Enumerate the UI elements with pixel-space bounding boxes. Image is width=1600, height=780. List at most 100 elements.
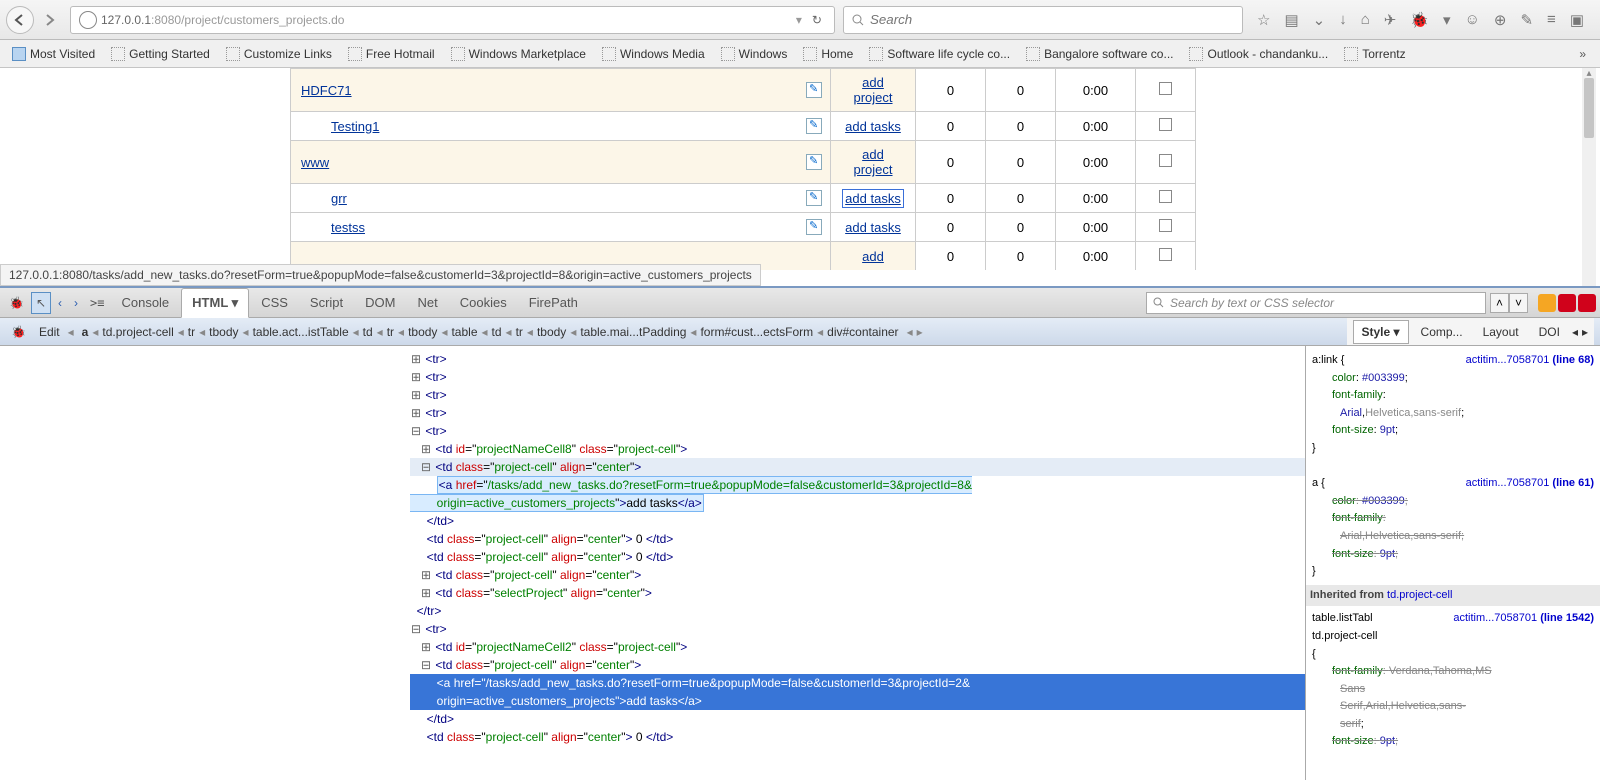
- row-checkbox[interactable]: [1159, 118, 1172, 131]
- tab-script[interactable]: Script: [300, 289, 353, 316]
- reader-icon[interactable]: ▾: [790, 13, 808, 27]
- subtab-dom[interactable]: DOI: [1531, 321, 1568, 343]
- minimize-button[interactable]: [1538, 294, 1556, 312]
- tab-css[interactable]: CSS: [251, 289, 298, 316]
- close-button[interactable]: [1578, 294, 1596, 312]
- action-link[interactable]: add tasks: [842, 189, 904, 208]
- row-checkbox[interactable]: [1159, 248, 1172, 261]
- add-link[interactable]: add: [862, 249, 884, 264]
- breadcrumb-item[interactable]: table.act...istTable: [249, 323, 353, 341]
- breadcrumb-item[interactable]: tr: [383, 323, 398, 341]
- edit-icon[interactable]: [806, 190, 822, 206]
- breadcrumb-item[interactable]: table.mai...tPadding: [576, 323, 690, 341]
- source-link[interactable]: actitim...7058701 (line 61): [1466, 475, 1594, 493]
- prev-icon[interactable]: ‹: [53, 294, 67, 312]
- row-checkbox[interactable]: [1159, 82, 1172, 95]
- breadcrumb-item[interactable]: tr: [512, 323, 527, 341]
- action-link[interactable]: add tasks: [845, 220, 901, 235]
- tab-html[interactable]: HTML ▾: [181, 288, 249, 318]
- pocket-icon[interactable]: ⌄: [1313, 11, 1326, 29]
- bookmark-home[interactable]: Home: [797, 45, 859, 63]
- crumb-overflow-left[interactable]: ◂: [907, 325, 913, 339]
- firebug-icon[interactable]: 🐞: [4, 294, 29, 312]
- page-scrollbar[interactable]: ▴: [1582, 68, 1596, 286]
- breadcrumb-item[interactable]: tbody: [205, 323, 242, 341]
- download-icon[interactable]: ↓: [1339, 11, 1347, 28]
- firebug-small-icon[interactable]: 🐞: [6, 323, 31, 341]
- styles-panel[interactable]: a:link {actitim...7058701 (line 68) colo…: [1305, 346, 1600, 780]
- source-link[interactable]: actitim...7058701 (line 68): [1466, 352, 1594, 370]
- sync-icon[interactable]: ⊕: [1494, 11, 1507, 29]
- bookmark-most-visited[interactable]: Most Visited: [6, 45, 101, 63]
- dropdown-icon[interactable]: ▾: [1443, 11, 1451, 29]
- bookmark-bangalore-software[interactable]: Bangalore software co...: [1020, 45, 1179, 63]
- breadcrumb-item[interactable]: a: [78, 323, 93, 341]
- bookmark-software-lifecycle[interactable]: Software life cycle co...: [863, 45, 1016, 63]
- source-link[interactable]: actitim...7058701 (line 1542): [1453, 610, 1594, 628]
- edit-icon[interactable]: [806, 219, 822, 235]
- breadcrumb-item[interactable]: div#container: [823, 323, 902, 341]
- devtools-search[interactable]: Search by text or CSS selector: [1146, 292, 1486, 314]
- subtab-layout[interactable]: Layout: [1475, 321, 1527, 343]
- breadcrumb-item[interactable]: table: [447, 323, 481, 341]
- forward-button[interactable]: [38, 8, 62, 32]
- action-link[interactable]: add project: [853, 147, 892, 177]
- edit-icon[interactable]: [806, 154, 822, 170]
- html-tree[interactable]: ⊞ <tr> ⊞ <tr> ⊞ <tr> ⊞ <tr> ⊟ <tr> ⊞ <td…: [0, 346, 1305, 780]
- breadcrumb-item[interactable]: tbody: [404, 323, 441, 341]
- bookmark-windows-marketplace[interactable]: Windows Marketplace: [445, 45, 592, 63]
- row-link[interactable]: www: [301, 155, 329, 170]
- browser-search[interactable]: [843, 6, 1243, 34]
- crumb-overflow-right[interactable]: ▸: [917, 325, 923, 339]
- tab-net[interactable]: Net: [408, 289, 448, 316]
- row-link[interactable]: Testing1: [331, 119, 379, 134]
- bookmark-free-hotmail[interactable]: Free Hotmail: [342, 45, 441, 63]
- tab-console[interactable]: Console: [111, 289, 179, 316]
- breadcrumb-item[interactable]: tbody: [533, 323, 570, 341]
- bookmark-getting-started[interactable]: Getting Started: [105, 45, 216, 63]
- bookmarks-overflow[interactable]: »: [1571, 47, 1594, 61]
- smile-icon[interactable]: ☺: [1465, 11, 1480, 28]
- row-checkbox[interactable]: [1159, 154, 1172, 167]
- edit-icon[interactable]: [806, 118, 822, 134]
- bookmark-windows[interactable]: Windows: [715, 45, 794, 63]
- tab-cookies[interactable]: Cookies: [450, 289, 517, 316]
- bug-icon[interactable]: 🐞: [1410, 11, 1429, 29]
- subtab-computed[interactable]: Comp...: [1413, 321, 1471, 343]
- edit-button[interactable]: Edit: [35, 323, 64, 341]
- breadcrumb-item[interactable]: td.project-cell: [98, 323, 177, 341]
- bookmark-star-icon[interactable]: ☆: [1257, 11, 1270, 29]
- row-link[interactable]: HDFC71: [301, 83, 352, 98]
- row-checkbox[interactable]: [1159, 190, 1172, 203]
- subtab-overflow-right[interactable]: ▸: [1582, 325, 1588, 339]
- action-link[interactable]: add tasks: [845, 119, 901, 134]
- tab-firepath[interactable]: FirePath: [519, 289, 588, 316]
- scroll-up-icon[interactable]: ▴: [1586, 68, 1591, 79]
- row-checkbox[interactable]: [1159, 219, 1172, 232]
- inspect-icon[interactable]: ↖: [31, 292, 51, 314]
- breadcrumb-item[interactable]: form#cust...ectsForm: [696, 323, 817, 341]
- edit-icon[interactable]: [806, 82, 822, 98]
- bookmark-customize-links[interactable]: Customize Links: [220, 45, 338, 63]
- breadcrumb-item[interactable]: td: [359, 323, 377, 341]
- action-link[interactable]: add project: [853, 75, 892, 105]
- back-button[interactable]: [6, 6, 34, 34]
- subtab-style[interactable]: Style ▾: [1353, 320, 1409, 344]
- scroll-thumb[interactable]: [1584, 78, 1594, 138]
- search-next[interactable]: ˅: [1509, 293, 1528, 313]
- row-link[interactable]: testss: [331, 220, 365, 235]
- bookmark-windows-media[interactable]: Windows Media: [596, 45, 711, 63]
- row-link[interactable]: grr: [331, 191, 347, 206]
- reader-list-icon[interactable]: ▤: [1284, 11, 1298, 29]
- bookmark-outlook[interactable]: Outlook - chandanku...: [1183, 45, 1334, 63]
- home-icon[interactable]: ⌂: [1361, 11, 1370, 28]
- cmd-icon[interactable]: >≡: [85, 294, 109, 312]
- subtab-overflow-left[interactable]: ◂: [1572, 325, 1578, 339]
- breadcrumb-item[interactable]: td: [488, 323, 506, 341]
- url-bar[interactable]: 127.0.0.1:8080/project/customers_project…: [70, 6, 835, 34]
- menu-icon[interactable]: ≡: [1547, 11, 1556, 28]
- shield-icon[interactable]: ▣: [1570, 11, 1584, 29]
- tab-dom[interactable]: DOM: [355, 289, 405, 316]
- popout-button[interactable]: [1558, 294, 1576, 312]
- next-icon[interactable]: ›: [69, 294, 83, 312]
